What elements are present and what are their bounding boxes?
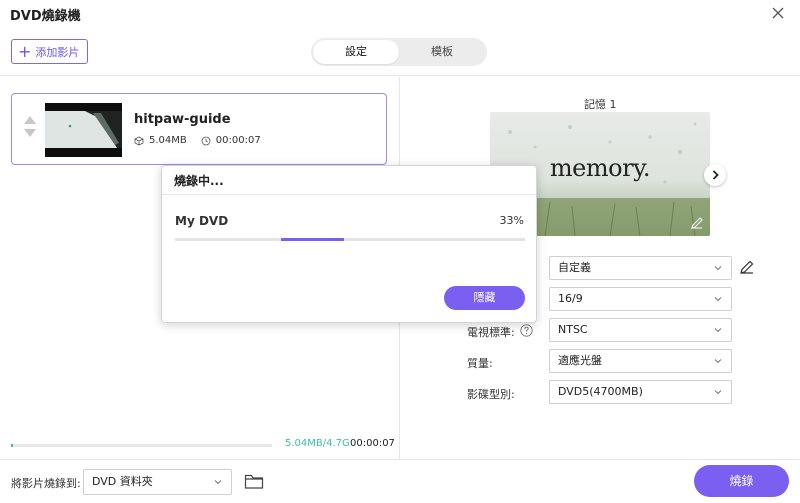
tv-standard-label: 電視標準: bbox=[467, 326, 515, 339]
hide-button[interactable]: 隱藏 bbox=[444, 286, 525, 310]
quality-value: 適應光盤 bbox=[558, 354, 602, 367]
chevron-down-icon bbox=[714, 266, 722, 271]
chevron-down-icon bbox=[714, 297, 722, 302]
edit-icon[interactable] bbox=[739, 259, 755, 275]
quality-select[interactable]: 適應光盤 bbox=[549, 349, 732, 373]
burn-to-label: 將影片燒錄到: bbox=[11, 477, 81, 490]
burn-percent: 33% bbox=[499, 214, 524, 227]
dialog-divider bbox=[162, 194, 536, 195]
video-meta: 5.04MB 00:00:07 bbox=[134, 135, 261, 146]
quality-label: 質量: bbox=[467, 357, 493, 370]
destination-value: DVD 資料夾 bbox=[92, 475, 153, 488]
video-item[interactable]: hitpaw-guide 5.04MB 00:00:07 bbox=[11, 93, 387, 165]
bottom-bar: 將影片燒錄到: DVD 資料夾 燒錄 bbox=[0, 459, 800, 503]
close-icon[interactable] bbox=[770, 5, 786, 21]
chevron-down-icon bbox=[714, 359, 722, 364]
edit-template-icon[interactable] bbox=[690, 216, 704, 230]
tab-settings[interactable]: 設定 bbox=[313, 40, 399, 64]
plus-icon: + bbox=[18, 41, 32, 61]
disc-type-select[interactable]: DVD5(4700MB) bbox=[549, 380, 732, 404]
settings-template-switch: 設定 模板 bbox=[311, 38, 487, 66]
video-duration: 00:00:07 bbox=[215, 135, 261, 146]
video-name: hitpaw-guide bbox=[134, 112, 231, 127]
burn-job-name: My DVD bbox=[175, 214, 229, 228]
burn-button[interactable]: 燒錄 bbox=[694, 465, 789, 497]
disc-size-text: 5.04MB/4.7G bbox=[285, 438, 350, 449]
destination-select[interactable]: DVD 資料夾 bbox=[83, 469, 232, 495]
chevron-down-icon bbox=[714, 390, 722, 395]
add-video-button[interactable]: + 添加影片 bbox=[11, 39, 88, 64]
clock-icon bbox=[201, 136, 211, 145]
tv-standard-select[interactable]: NTSC bbox=[549, 318, 732, 342]
template-name: 記憶 1 bbox=[584, 98, 617, 111]
chevron-down-icon bbox=[214, 480, 222, 485]
tv-standard-value: NTSC bbox=[558, 323, 588, 336]
burn-progress-bar bbox=[175, 238, 525, 241]
toolbar: + 添加影片 設定 模板 bbox=[0, 28, 800, 76]
aspect-ratio-select[interactable]: 16/9 bbox=[549, 287, 732, 311]
total-duration-text: 00:00:07 bbox=[350, 438, 395, 449]
disc-type-value: DVD5(4700MB) bbox=[558, 385, 643, 398]
dialog-title: 燒錄中... bbox=[174, 174, 224, 188]
chevron-down-icon bbox=[714, 328, 722, 333]
reorder-arrows bbox=[24, 116, 38, 142]
video-thumbnail bbox=[45, 103, 122, 157]
video-size: 5.04MB bbox=[149, 135, 187, 146]
tab-template[interactable]: 模板 bbox=[399, 40, 485, 64]
move-up-icon[interactable] bbox=[24, 116, 36, 124]
menu-type-value: 自定義 bbox=[558, 261, 591, 274]
disc-capacity-bar bbox=[11, 444, 272, 447]
menu-type-select[interactable]: 自定義 bbox=[549, 256, 732, 280]
move-down-icon[interactable] bbox=[24, 129, 36, 137]
app-title: DVD燒錄機 bbox=[10, 9, 81, 24]
aspect-ratio-value: 16/9 bbox=[558, 292, 583, 305]
burning-dialog: 燒錄中... My DVD 33% 隱藏 bbox=[161, 165, 537, 323]
burn-progress-fill bbox=[281, 238, 344, 241]
next-template-button[interactable] bbox=[704, 164, 726, 186]
file-size-icon bbox=[134, 136, 144, 145]
title-bar: DVD燒錄機 bbox=[0, 0, 800, 28]
help-icon[interactable] bbox=[520, 324, 533, 337]
folder-icon[interactable] bbox=[244, 473, 264, 490]
add-video-label: 添加影片 bbox=[35, 45, 80, 59]
disc-type-label: 影碟型別: bbox=[467, 388, 515, 401]
